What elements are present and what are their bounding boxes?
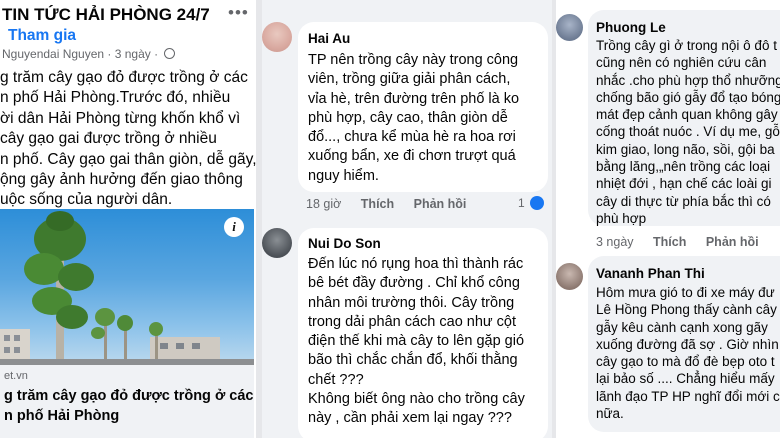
comment-line: xuống bẩn, xe đi chơn trượt quá [308, 148, 516, 165]
avatar[interactable] [556, 14, 583, 41]
avatar[interactable] [262, 22, 292, 52]
comment-line: điện thế khi mà cây to lên gặp gió [308, 333, 525, 350]
reaction-count: 1 [518, 196, 525, 210]
comment-line: cây di thực từ phía bắc thì có [596, 193, 771, 209]
comment-actions: 3 ngày Thích Phản hồi [596, 235, 775, 249]
post-text-line: cây gạo gai được trồng ở nhiều [0, 130, 217, 148]
post-meta: Nguyendai Nguyen · 3 ngày · [2, 47, 176, 61]
reply-button[interactable]: Phản hồi [414, 197, 467, 211]
comment-text: Trồng cây gì ở trong nội ô đô t cũng nên… [596, 37, 780, 227]
info-icon[interactable]: i [224, 217, 244, 237]
comment-bubble: Nui Do Son Đến lúc nó rụng hoa thì thành… [298, 228, 548, 438]
comment-line: Hôm mưa gió to đi xe máy đư [596, 285, 775, 300]
comment-line: này , cần phải xem lại ngay ??? [308, 410, 512, 427]
comment-line: nguy hiểm. [308, 167, 379, 184]
comment-line: vỉa hè, trên đường trên phố là ko [308, 90, 520, 107]
comment-line: lãnh đạo TP HP nghĩ đổi mới c [596, 388, 780, 404]
avatar[interactable] [556, 263, 583, 290]
comment-line: lại bảo số .... Chẳng hiểu mấy [596, 371, 775, 387]
comment-line: nhiệt đới , hạn chế các loài gi [596, 176, 772, 192]
comment-line: cống thoát nuóc . Ví dụ me, gỗ [596, 124, 780, 140]
post-text-line: ời dân Hải Phòng từng khốn khổ vì [0, 109, 241, 127]
post-text-line: g trăm cây gạo đỏ được trồng ở các [0, 69, 248, 86]
comment-text: TP nên trồng cây này trong công viên, tr… [308, 51, 519, 186]
post-text-line: n phố. Cây gạo gai thân giòn, dễ gãy, [0, 150, 256, 168]
post-text-line: uộc sống của người dân. [0, 191, 173, 209]
comment-actions: 18 giờ Thích Phản hồi [306, 197, 482, 211]
comment-text: Đến lúc nó rụng hoa thì thành rác bê bét… [308, 255, 525, 429]
link-preview-box[interactable]: et.vn g trăm cây gạo đỏ được trồng ở các… [0, 365, 254, 438]
comment-time[interactable]: 3 ngày [596, 235, 634, 249]
post-text: g trăm cây gạo đỏ được trồng ở các n phố… [0, 68, 256, 211]
comment-line: chết ??? [308, 371, 364, 388]
comment-line: mát đẹp cảnh quan không gây [596, 107, 778, 123]
more-options-icon[interactable]: ••• [228, 3, 249, 23]
comment-line: cây gạo to mà đổ đè bẹp oto t [596, 354, 775, 370]
link-preview-image[interactable]: i [0, 209, 254, 365]
link-title-line: g trăm cây gạo đỏ được trồng ở các [4, 388, 254, 404]
comment-line: Lê Hồng Phong thấy cành cây ph [596, 302, 780, 318]
post-text-line: ộng gây ảnh hưởng đến giao thông [0, 171, 243, 189]
comment-line: cũng nên có nghiên cứu cân [596, 55, 767, 71]
comment-line: Đến lúc nó rụng hoa thì thành rác [308, 256, 524, 272]
link-title[interactable]: g trăm cây gạo đỏ được trồng ở các n phố… [4, 386, 253, 426]
post-text-line: n phố Hải Phòng.Trước đó, nhiều [0, 89, 231, 107]
group-name[interactable]: TIN TỨC HẢI PHÒNG 24/7 [2, 5, 210, 25]
post-panel: TIN TỨC HẢI PHÒNG 24/7 ••• Tham gia Nguy… [0, 0, 256, 438]
commenter-name[interactable]: Vananh Phan Thi [596, 266, 705, 281]
comment-line: bão thì chắc chắn đổ, khối thằng [308, 352, 518, 369]
comment-bubble: Phuong Le Trồng cây gì ở trong nội ô đô … [588, 10, 780, 226]
avatar[interactable] [262, 228, 292, 258]
comment-line: bê bét đầy đường . Chỉ khổ công [308, 275, 520, 292]
commenter-name[interactable]: Nui Do Son [308, 236, 381, 251]
link-title-line: n phố Hải Phòng [4, 408, 120, 424]
commenter-name[interactable]: Phuong Le [596, 20, 666, 35]
comment-line: đổ..., chưa kể mùa hè ra hoa rơi [308, 129, 516, 146]
comment-line: phù hợp [596, 210, 647, 226]
comment-line: Không biết ông nào cho trồng cây [308, 391, 525, 408]
commenter-name[interactable]: Hai Au [308, 31, 350, 46]
comment-line: Trồng cây gì ở trong nội ô đô t [596, 38, 777, 53]
comment-line: bằng lăng,„nên trồng các loại [596, 159, 771, 175]
comment-line: nhân môi trường thôi. Cây trồng [308, 294, 515, 311]
join-group-button[interactable]: Tham gia [8, 27, 76, 45]
comment-bubble: Vananh Phan Thi Hôm mưa gió to đi xe máy… [588, 256, 780, 432]
like-button[interactable]: Thích [361, 197, 394, 211]
post-time[interactable]: · 3 ngày · [107, 47, 158, 61]
comment-line: phù hợp, cây cao, thân giòn dễ [308, 109, 508, 126]
comment-line: nữa. [596, 406, 624, 422]
comment-text: Hôm mưa gió to đi xe máy đư Lê Hồng Phon… [596, 284, 780, 422]
like-button[interactable]: Thích [653, 235, 686, 249]
reply-button[interactable]: Phản hồi [706, 235, 759, 249]
comment-line: viên, trồng giữa giải phân cách, [308, 71, 511, 88]
comment-line: gẫy kêu cành cạnh xong gãy [596, 319, 768, 335]
comment-line: nhắc .cho phù hợp thổ nhưỡng [596, 72, 780, 88]
comments-panel-middle: Hai Au TP nên trồng cây này trong công v… [262, 0, 552, 438]
comment-line: TP nên trồng cây này trong công [308, 52, 519, 68]
like-reaction-icon [530, 196, 544, 210]
comment-bubble: Hai Au TP nên trồng cây này trong công v… [298, 22, 548, 192]
post-author[interactable]: Nguyendai Nguyen [2, 47, 104, 61]
comment-line: xuống đường đã sợ . Giờ nhìn [596, 336, 779, 352]
comments-panel-right: Phuong Le Trồng cây gì ở trong nội ô đô … [556, 0, 780, 438]
comment-line: chống bão gió gẫy đổ tạo bóng [596, 89, 780, 105]
link-domain: et.vn [4, 370, 28, 382]
globe-icon [164, 48, 176, 59]
tree-street-photo [0, 211, 254, 365]
comment-time[interactable]: 18 giờ [306, 197, 341, 211]
comment-line: trong dải phân cách cao như cột [308, 313, 517, 330]
comment-line: kim giao, long não, sồi, gội ba [596, 141, 775, 157]
